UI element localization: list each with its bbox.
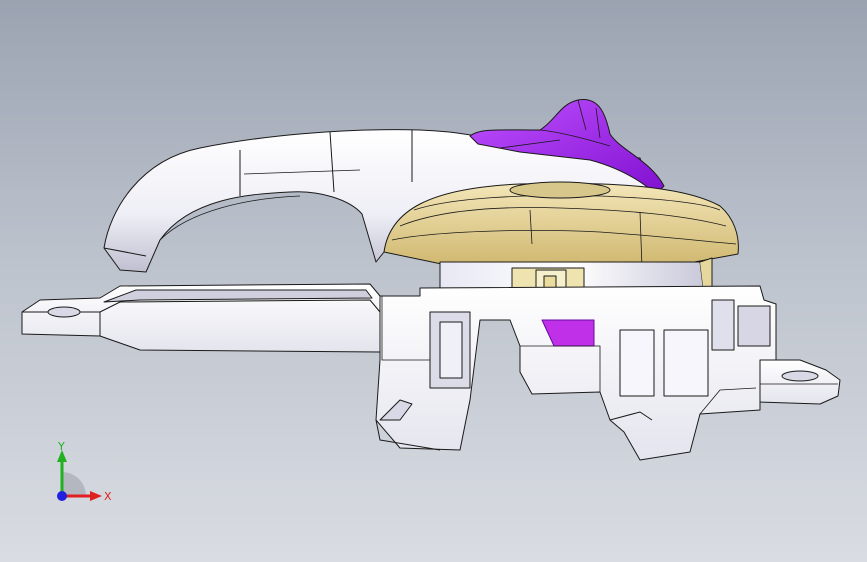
- right-mounting-tab: [759, 359, 841, 405]
- x-axis-arrowhead: [90, 491, 102, 501]
- x-axis-label: X: [104, 490, 112, 503]
- triad-plane-arc: [62, 472, 86, 496]
- z-axis-dot: [57, 491, 67, 501]
- door-handle-3d-model[interactable]: [0, 0, 867, 562]
- base-plate: [21, 283, 441, 353]
- cad-graphics-viewport[interactable]: Y X: [0, 0, 867, 562]
- housing-chassis: [375, 285, 777, 461]
- coordinate-triad-icon: Y X: [57, 440, 112, 503]
- y-axis-label: Y: [57, 440, 65, 453]
